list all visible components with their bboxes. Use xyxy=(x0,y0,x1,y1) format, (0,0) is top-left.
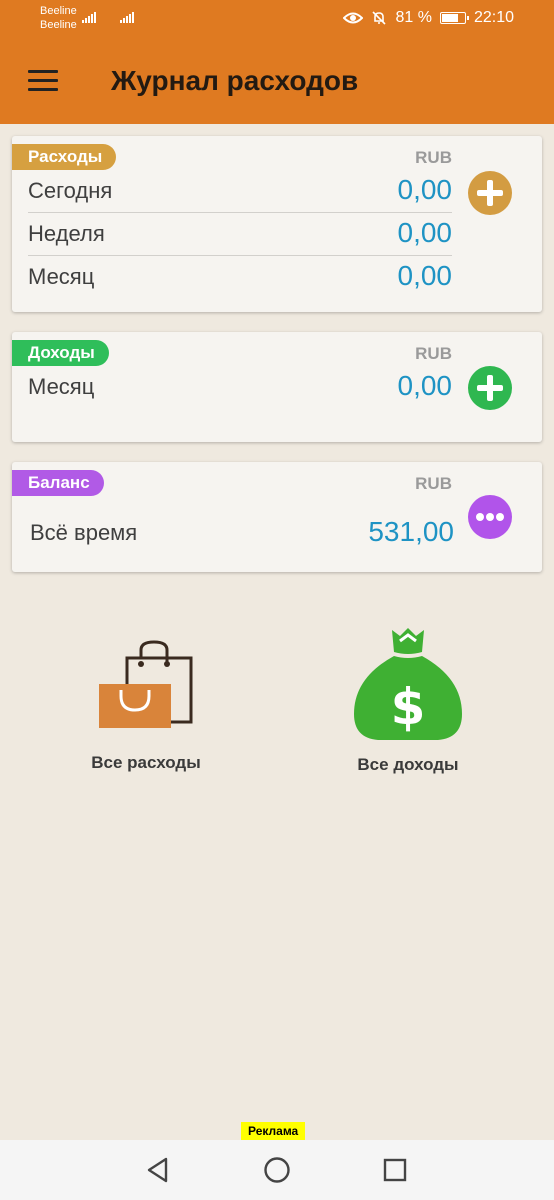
money-bag-icon: $ xyxy=(354,628,462,740)
income-currency: RUB xyxy=(415,344,452,363)
battery-icon xyxy=(439,12,469,24)
row-label: Месяц xyxy=(28,374,95,399)
status-bar: Beeline Beeline 81 % 22:10 xyxy=(0,0,554,38)
all-expenses-shortcut[interactable]: Все расходы xyxy=(56,640,236,773)
income-card: Доходы RUB Месяц 0,00 xyxy=(12,332,542,442)
signal-2-icon xyxy=(120,12,134,23)
row-value: 0,00 xyxy=(397,260,453,291)
income-tag: Доходы xyxy=(12,340,109,366)
row-value: 0,00 xyxy=(397,370,453,401)
carrier-1: Beeline xyxy=(40,5,77,17)
carrier-names: Beeline Beeline xyxy=(40,4,77,32)
row-value: 0,00 xyxy=(397,174,453,205)
status-right: 81 % 22:10 xyxy=(343,9,514,27)
expenses-row-week[interactable]: Неделя 0,00 xyxy=(28,213,452,256)
app-bar: Журнал расходов xyxy=(0,38,554,124)
ad-badge: Реклама xyxy=(241,1122,306,1140)
balance-card: Баланс RUB Всё время 531,00 xyxy=(12,462,542,572)
carrier-2: Beeline xyxy=(40,19,77,31)
svg-text:$: $ xyxy=(391,678,426,736)
add-expense-button[interactable] xyxy=(468,171,512,215)
income-row-month[interactable]: Месяц 0,00 xyxy=(28,366,452,408)
expenses-card: Расходы RUB Сегодня 0,00 Неделя 0,00 Мес… xyxy=(12,136,542,312)
signal-1-icon xyxy=(82,12,96,23)
clock: 22:10 xyxy=(473,9,514,26)
bell-off-icon xyxy=(372,11,387,25)
all-expenses-label: Все расходы xyxy=(91,753,201,772)
system-nav-bar xyxy=(0,1140,554,1200)
row-label: Неделя xyxy=(28,221,105,246)
row-label: Сегодня xyxy=(28,178,113,203)
recents-square-icon[interactable] xyxy=(381,1156,409,1184)
row-label: Месяц xyxy=(28,264,95,289)
eye-comfort-icon xyxy=(343,12,364,24)
row-value: 531,00 xyxy=(368,516,454,547)
menu-icon[interactable] xyxy=(28,70,58,92)
row-value: 0,00 xyxy=(397,217,453,248)
all-income-label: Все доходы xyxy=(357,755,459,774)
balance-tag: Баланс xyxy=(12,470,104,496)
expenses-tag: Расходы xyxy=(12,144,117,170)
expenses-currency: RUB xyxy=(415,148,452,167)
balance-row-all-time[interactable]: Всё время 531,00 xyxy=(30,512,454,554)
balance-currency: RUB xyxy=(415,474,452,493)
expenses-row-today[interactable]: Сегодня 0,00 xyxy=(28,170,452,213)
add-income-button[interactable] xyxy=(468,366,512,410)
all-income-shortcut[interactable]: $ Все доходы xyxy=(318,626,498,775)
home-circle-icon[interactable] xyxy=(263,1156,291,1184)
row-label: Всё время xyxy=(30,520,138,545)
battery-percent: 81 % xyxy=(395,9,432,26)
shopping-bag-icon xyxy=(99,640,193,728)
expenses-row-month[interactable]: Месяц 0,00 xyxy=(28,256,452,298)
page-title: Журнал расходов xyxy=(111,65,359,96)
back-triangle-icon[interactable] xyxy=(144,1156,172,1184)
balance-more-button[interactable] xyxy=(468,495,512,539)
